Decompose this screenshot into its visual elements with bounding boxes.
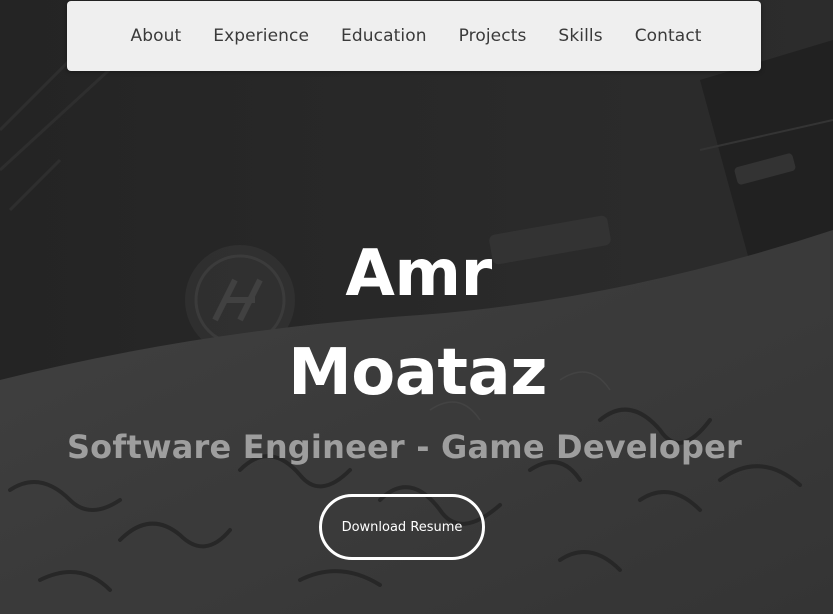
download-resume-button[interactable]: Download Resume xyxy=(319,494,485,560)
nav-link-about[interactable]: About xyxy=(114,26,197,46)
hero-tagline: Software Engineer - Game Developer xyxy=(66,428,743,466)
nav-link-skills[interactable]: Skills xyxy=(542,26,618,46)
nav-link-experience[interactable]: Experience xyxy=(197,26,325,46)
nav-link-contact[interactable]: Contact xyxy=(619,26,718,46)
hero-section: About Experience Education Projects Skil… xyxy=(0,0,833,614)
top-navbar: About Experience Education Projects Skil… xyxy=(67,1,761,71)
nav-links: About Experience Education Projects Skil… xyxy=(114,26,717,46)
nav-link-projects[interactable]: Projects xyxy=(443,26,543,46)
nav-link-education[interactable]: Education xyxy=(325,26,443,46)
hero-last-name: Moataz xyxy=(288,336,547,410)
hero-first-name: Amr xyxy=(345,237,492,311)
